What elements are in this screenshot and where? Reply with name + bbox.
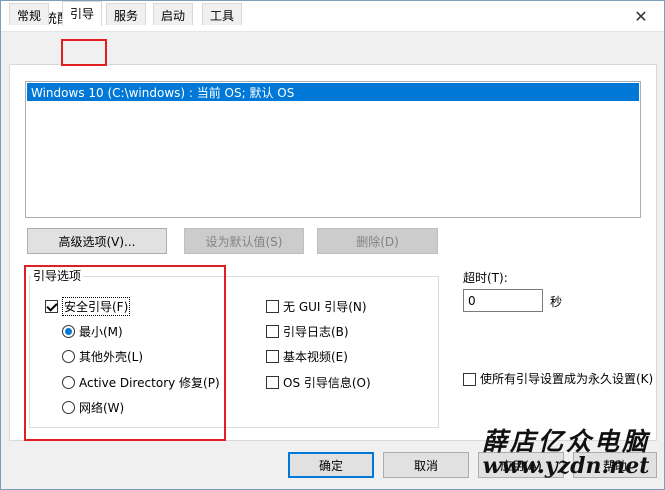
tab-general[interactable]: 常规 bbox=[9, 3, 50, 25]
set-default-button[interactable]: 设为默认值(S) bbox=[184, 228, 304, 254]
close-icon: ✕ bbox=[634, 6, 648, 26]
timeout-label: 超时(T): bbox=[463, 271, 508, 285]
os-boot-info-label: OS 引导信息(O) bbox=[283, 375, 371, 390]
delete-button[interactable]: 删除(D) bbox=[317, 228, 438, 254]
tab-highlight-box bbox=[61, 39, 107, 66]
os-boot-info-checkbox[interactable]: OS 引导信息(O) bbox=[266, 374, 371, 390]
tab-tools[interactable]: 工具 bbox=[202, 3, 243, 25]
tab-boot[interactable]: 引导 bbox=[62, 1, 103, 26]
help-button[interactable]: 帮助 bbox=[573, 452, 657, 478]
boot-log-check-box[interactable] bbox=[266, 324, 279, 338]
os-list[interactable]: Windows 10 (C:\windows) : 当前 OS; 默认 OS bbox=[25, 81, 641, 218]
close-button[interactable]: ✕ bbox=[618, 1, 664, 31]
tab-startup[interactable]: 启动 bbox=[153, 3, 194, 25]
base-video-checkbox[interactable]: 基本视频(E) bbox=[266, 348, 348, 364]
make-permanent-check-box[interactable] bbox=[463, 373, 476, 386]
no-gui-boot-checkbox[interactable]: 无 GUI 引导(N) bbox=[266, 298, 367, 314]
boot-log-label: 引导日志(B) bbox=[283, 324, 349, 339]
os-list-item[interactable]: Windows 10 (C:\windows) : 当前 OS; 默认 OS bbox=[27, 83, 639, 101]
make-permanent-label: 使所有引导设置成为永久设置(K) bbox=[480, 372, 654, 386]
no-gui-boot-label: 无 GUI 引导(N) bbox=[283, 299, 367, 314]
boot-log-checkbox[interactable]: 引导日志(B) bbox=[266, 323, 349, 339]
tab-services[interactable]: 服务 bbox=[106, 3, 147, 25]
system-config-window: 系统配置 ✕ 常规 引导 服务 启动 工具 Windows 10 (C:\win… bbox=[0, 0, 665, 490]
advanced-options-button[interactable]: 高级选项(V)... bbox=[27, 228, 167, 254]
apply-button[interactable]: 应用(A) bbox=[478, 452, 564, 478]
no-gui-boot-check-box[interactable] bbox=[266, 299, 279, 313]
base-video-label: 基本视频(E) bbox=[283, 349, 348, 364]
base-video-check-box[interactable] bbox=[266, 349, 279, 363]
timeout-unit: 秒 bbox=[550, 295, 563, 309]
ok-button[interactable]: 确定 bbox=[288, 452, 374, 478]
cancel-button[interactable]: 取消 bbox=[383, 452, 469, 478]
safe-boot-highlight-box bbox=[24, 265, 226, 441]
os-boot-info-check-box[interactable] bbox=[266, 375, 279, 389]
timeout-input[interactable] bbox=[463, 289, 543, 312]
